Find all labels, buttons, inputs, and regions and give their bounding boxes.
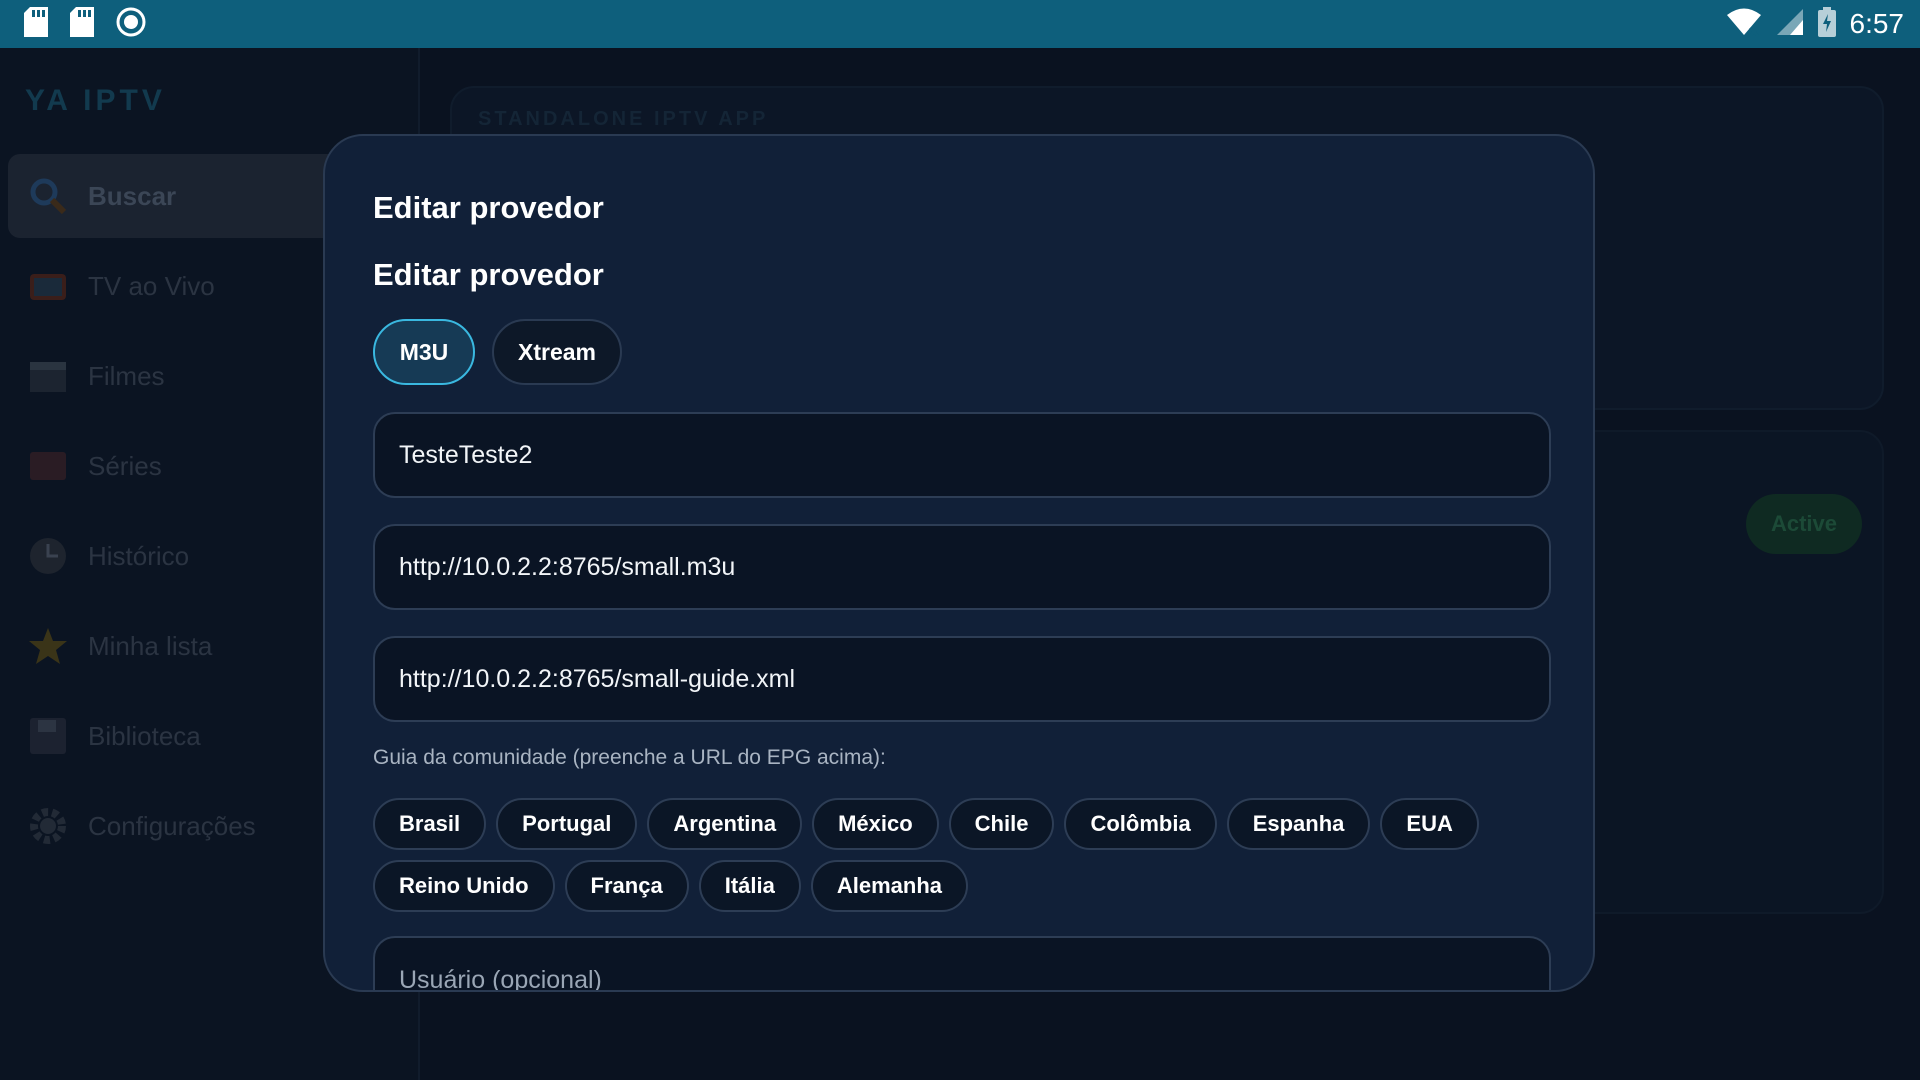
sidebar-item-label: Filmes <box>88 360 165 391</box>
chip-alemanha[interactable]: Alemanha <box>810 860 968 912</box>
background-subtitle: STANDALONE IPTV APP <box>478 108 769 130</box>
wifi-icon <box>1726 8 1762 41</box>
app-logo-text: YA IPTV <box>25 84 166 117</box>
dialog-title: Editar provedor <box>373 190 604 225</box>
clapperboard-icon <box>26 354 70 398</box>
chip-brasil[interactable]: Brasil <box>373 798 487 850</box>
clock-icon <box>26 534 70 578</box>
clock-time: 6:57 <box>1849 8 1905 39</box>
edit-provider-dialog: Editar provedor Editar provedor M3U Xtre… <box>323 134 1595 992</box>
type-option-m3u[interactable]: M3U <box>373 319 475 385</box>
chip-argentina[interactable]: Argentina <box>647 798 803 850</box>
sd-card-icon <box>70 6 94 42</box>
sidebar-item-label: Minha lista <box>88 630 213 661</box>
provider-name-field[interactable]: TesteTeste2 <box>373 412 1551 498</box>
star-icon <box>26 624 70 668</box>
battery-charging-icon <box>1817 6 1836 42</box>
chip-mexico[interactable]: México <box>812 798 939 850</box>
search-icon <box>26 174 70 218</box>
record-icon <box>116 7 146 42</box>
community-guide-hint: Guia da comunidade (preenche a URL do EP… <box>373 746 886 769</box>
chip-espanha[interactable]: Espanha <box>1226 798 1371 850</box>
chip-portugal[interactable]: Portugal <box>496 798 638 850</box>
sidebar-item-label: Histórico <box>88 540 190 571</box>
status-bar: 6:57 <box>0 0 1920 48</box>
chip-italia[interactable]: Itália <box>698 860 801 912</box>
sidebar-item-label: TV ao Vivo <box>88 270 215 301</box>
sidebar-item-label: Biblioteca <box>88 720 201 751</box>
cell-signal-icon <box>1776 8 1804 41</box>
sidebar-item-label: Configurações <box>88 810 256 841</box>
epg-url-field[interactable]: http://10.0.2.2:8765/small-guide.xml <box>373 636 1551 722</box>
playlist-url-field[interactable]: http://10.0.2.2:8765/small.m3u <box>373 524 1551 610</box>
type-option-xtream[interactable]: Xtream <box>492 319 622 385</box>
username-field[interactable]: Usuário (opcional) <box>373 936 1551 990</box>
gear-icon <box>26 804 70 848</box>
floppy-icon <box>26 714 70 758</box>
sd-card-icon <box>24 6 48 42</box>
chip-reino-unido[interactable]: Reino Unido <box>373 860 555 912</box>
chip-franca[interactable]: França <box>564 860 689 912</box>
status-badge: Active <box>1746 494 1862 554</box>
chip-colombia[interactable]: Colômbia <box>1064 798 1217 850</box>
dialog-subtitle: Editar provedor <box>373 257 604 292</box>
sidebar-item-label: Buscar <box>88 180 177 211</box>
sidebar-item-label: Séries <box>88 450 162 481</box>
chip-eua[interactable]: EUA <box>1380 798 1479 850</box>
series-icon <box>26 444 70 488</box>
tv-icon <box>26 264 70 308</box>
community-guide-chips: Brasil Portugal Argentina México Chile C… <box>373 798 1553 922</box>
chip-chile[interactable]: Chile <box>948 798 1055 850</box>
